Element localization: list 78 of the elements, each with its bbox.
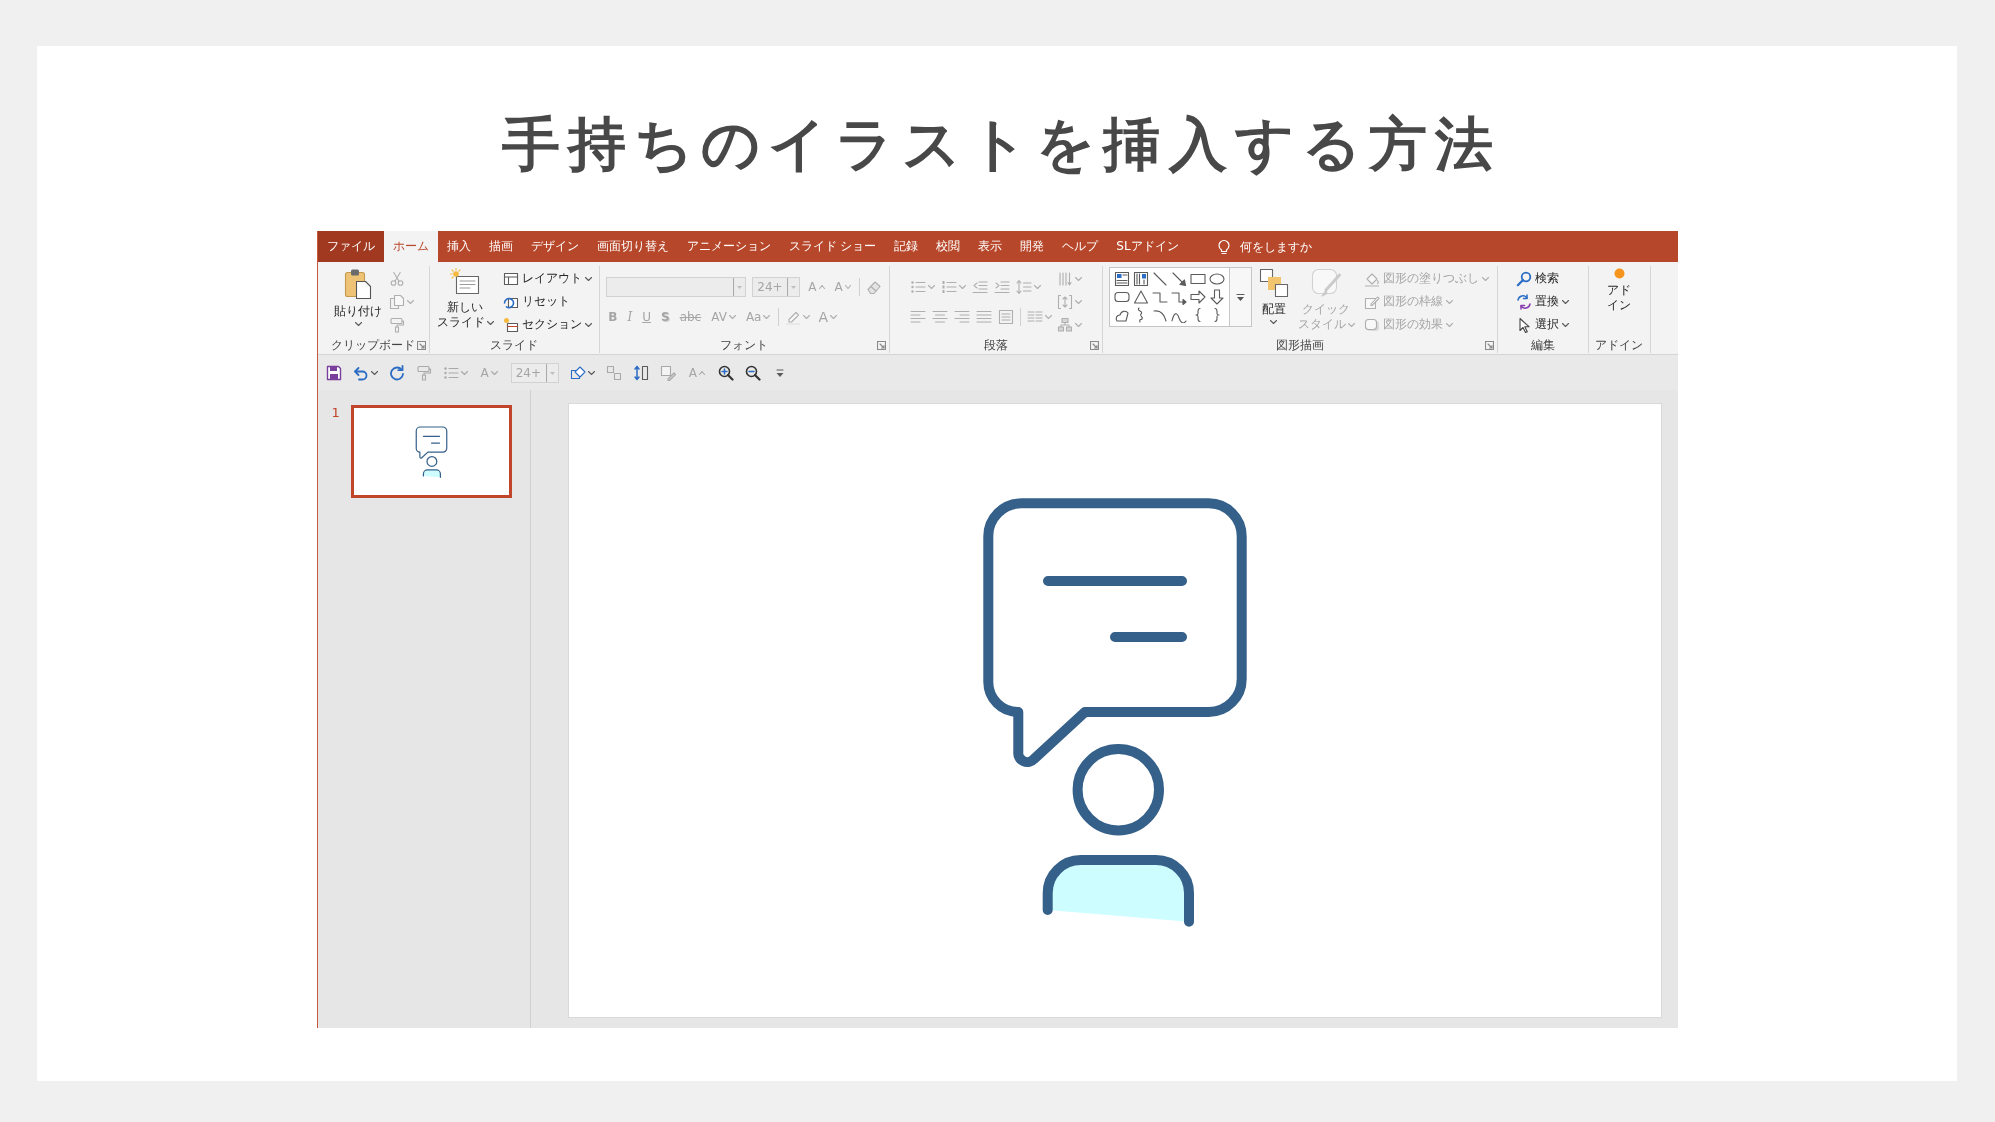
dropdown-arrow-icon (545, 363, 558, 382)
ribbon-tab[interactable]: 画面切り替え (587, 231, 678, 262)
caret-down-icon (844, 284, 851, 289)
replace-button[interactable]: 置換 (1514, 291, 1571, 312)
page-title: 手持ちのイラストを挿入する方法 (500, 109, 1501, 179)
add-in-button[interactable]: アド イン (1605, 266, 1633, 337)
vertical-resize-icon[interactable] (632, 364, 649, 381)
new-slide-button[interactable]: 新しい スライド (434, 266, 496, 337)
lightbulb-icon (1215, 238, 1232, 255)
dialog-launcher-icon[interactable] (416, 341, 426, 350)
vertical-textbox-icon[interactable] (1132, 271, 1149, 287)
textbox-icon[interactable] (1113, 271, 1130, 287)
search-icon (1516, 270, 1532, 287)
save-icon[interactable] (325, 364, 342, 381)
shapes-icon[interactable] (569, 364, 586, 381)
caret-up-icon (698, 370, 705, 375)
rounded-rectangle-icon[interactable] (1113, 289, 1130, 305)
ribbon-tab[interactable]: SLアドイン (1107, 231, 1188, 262)
group-label: クリップボード (331, 337, 415, 354)
section-icon (502, 316, 519, 333)
ribbon-tab[interactable]: 描画 (479, 231, 522, 262)
group-label: 段落 (983, 337, 1008, 354)
chevron-icon[interactable] (587, 370, 595, 375)
group-label: アドイン (1595, 337, 1643, 354)
replace-icon (1516, 293, 1532, 310)
group-label: 図形描画 (1275, 337, 1324, 354)
slide-number: 1 (331, 405, 341, 421)
arc-icon[interactable] (1151, 307, 1168, 323)
undo-icon[interactable] (352, 364, 369, 381)
reset-button[interactable]: リセット (500, 291, 572, 312)
elbow-arrow-icon[interactable] (1170, 289, 1187, 305)
ribbon-tab[interactable]: 表示 (969, 231, 1012, 262)
dialog-launcher-icon[interactable] (1484, 341, 1494, 350)
redo-icon[interactable] (388, 364, 405, 381)
ribbon-tab[interactable]: ヘルプ (1053, 231, 1108, 262)
ribbon-tab[interactable]: 開発 (1011, 231, 1054, 262)
oval-icon[interactable] (1208, 271, 1225, 287)
select-button[interactable]: 選択 (1514, 314, 1571, 335)
section-button[interactable]: セクション (500, 314, 594, 335)
dialog-launcher-icon[interactable] (876, 341, 886, 350)
shadow-square-icon (1363, 316, 1380, 333)
new-slide-icon (450, 268, 480, 296)
arrow-icon[interactable] (1170, 271, 1187, 287)
tell-me-field[interactable]: 何をしますか (1239, 236, 1340, 257)
ribbon-tab[interactable]: デザイン (521, 231, 588, 262)
group-label: スライド (490, 337, 538, 354)
ribbon-tab[interactable]: アニメーション (677, 231, 780, 262)
chevron-icon[interactable] (370, 370, 378, 375)
dot-icon (1613, 268, 1625, 279)
ribbon-tab[interactable]: ホーム (383, 231, 438, 262)
arrange-button[interactable]: 配置 (1256, 266, 1291, 337)
triangle-icon[interactable] (1132, 289, 1149, 305)
ribbon-tab[interactable]: 記録 (885, 231, 928, 262)
rectangle-icon[interactable] (1189, 271, 1206, 287)
down-arrow-icon[interactable] (1208, 289, 1225, 305)
line-icon[interactable] (1151, 271, 1168, 287)
ribbon-tab[interactable]: スライド ショー (779, 231, 886, 262)
pencil-square-icon (1363, 293, 1380, 310)
more-icon (1235, 292, 1245, 302)
group-label: フォント (720, 337, 768, 354)
find-button[interactable]: 検索 (1514, 268, 1561, 289)
paste-button[interactable]: 貼り付け (332, 266, 384, 337)
overlapping-squares-icon (1258, 268, 1289, 298)
zoom-out-icon[interactable] (744, 364, 761, 381)
layout-button[interactable]: レイアウト (500, 268, 594, 289)
slide-thumbnail[interactable] (350, 405, 512, 498)
right-arrow-icon[interactable] (1189, 289, 1206, 305)
zoom-in-icon[interactable] (717, 364, 734, 381)
dialog-launcher-icon[interactable] (1089, 341, 1099, 350)
group-label: 編集 (1530, 337, 1555, 354)
clipboard-icon (344, 268, 372, 300)
file-tab[interactable]: ファイル (317, 231, 384, 262)
caret-up-icon (818, 284, 825, 289)
cursor-icon (1516, 316, 1532, 333)
ribbon-tab[interactable]: 挿入 (437, 231, 480, 262)
thumbnail-illustration-drawing (414, 425, 448, 478)
ribbon-tab[interactable]: 校閲 (927, 231, 970, 262)
layout-icon (502, 270, 519, 287)
